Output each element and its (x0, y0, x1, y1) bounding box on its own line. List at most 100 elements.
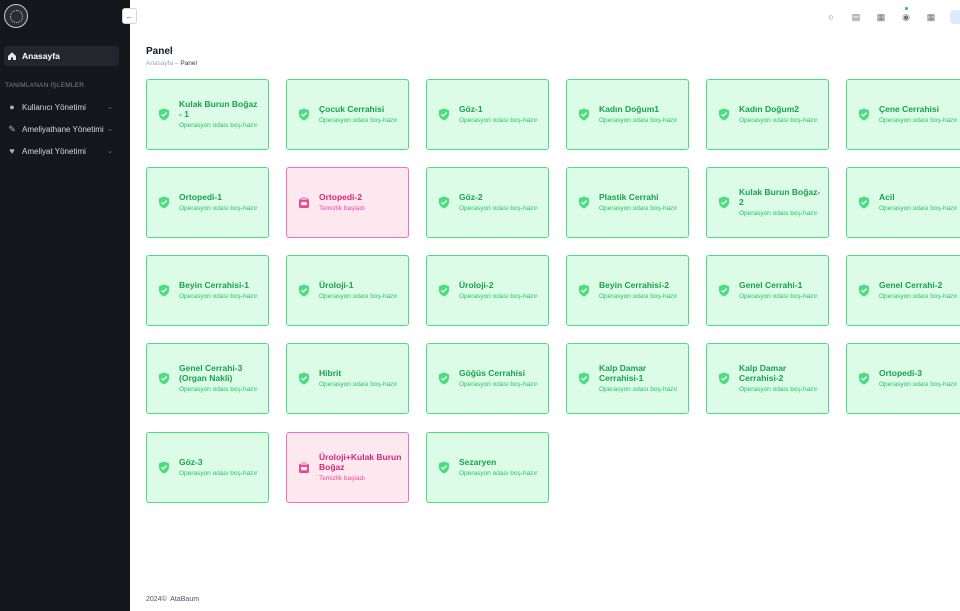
home-icon (8, 52, 16, 60)
shield-check-icon (578, 196, 590, 209)
room-name: Üroloji-2 (459, 279, 494, 290)
room-card[interactable]: Ortopedi-3 Operasyon odası boş-hazır (846, 343, 960, 414)
sidebar-item-label: Anasayfa (22, 51, 60, 61)
room-card[interactable]: Genel Cerrahi-3 (Organ Nakli) Operasyon o… (146, 343, 269, 414)
sidebar-section-title: TANIMLANAN İŞLEMLER (5, 82, 85, 89)
shield-check-icon (158, 108, 170, 121)
shield-check-icon (578, 108, 590, 121)
room-status: Operasyon odası boş-hazır (319, 380, 398, 388)
room-status: Operasyon odası boş-hazır (599, 292, 678, 300)
room-status: Operasyon odası boş-hazır (739, 209, 818, 217)
room-card-body: Göz-1 Operasyon odası boş-hazır (459, 104, 548, 126)
chat-icon[interactable]: ▤ (850, 11, 862, 23)
room-status: Operasyon odası boş-hazır (459, 469, 538, 477)
room-name: Ortopedi-1 (179, 191, 222, 202)
room-card[interactable]: Kadın Doğum1 Operasyon odası boş-hazır (566, 79, 689, 150)
notification-icon[interactable]: ◉ (900, 7, 912, 23)
room-card[interactable]: Genel Cerrahi-1 Operasyon odası boş-hazır (706, 255, 829, 326)
shield-check-icon (438, 108, 450, 121)
room-card-body: Çocuk Cerrahisi Operasyon odası boş-hazır (319, 104, 408, 126)
room-card[interactable]: Çene Cerrahisi Operasyon odası boş-hazır (846, 79, 960, 150)
room-status: Operasyon odası boş-hazır (459, 380, 538, 388)
room-card[interactable]: Kalp Damar Cerrahisi-1 Operasyon odası bo… (566, 343, 689, 414)
room-card[interactable]: Göz-1 Operasyon odası boş-hazır (426, 79, 549, 150)
apps-icon[interactable]: ▦ (925, 11, 937, 23)
shield-check-icon (158, 196, 170, 209)
room-card[interactable]: Üroloji-2 Operasyon odası boş-hazır (426, 255, 549, 326)
room-card[interactable]: Sezaryen Operasyon odası boş-hazır (426, 432, 549, 503)
room-card-body: Ortopedi-3 Operasyon odası boş-hazır (879, 368, 960, 390)
room-card-body: Üroloji-1 Operasyon odası boş-hazır (319, 280, 408, 302)
room-name: Genel Cerrahi-3 (Organ Nakli) (179, 362, 243, 383)
room-card[interactable]: Kulak Burun Boğaz-2 Operasyon odası boş-h… (706, 167, 829, 238)
shield-check-icon (298, 284, 310, 297)
room-card-body: Göz-3 Operasyon odası boş-hazır (179, 457, 268, 479)
shield-check-icon (858, 372, 870, 385)
footer: 2024© AtaBaum (146, 596, 199, 603)
room-status: Operasyon odası boş-hazır (179, 385, 258, 393)
room-card-body: Hibrit Operasyon odası boş-hazır (319, 368, 408, 390)
room-name: Kulak Burun Boğaz-2 (739, 186, 821, 207)
room-name: Plastik Cerrahi (599, 191, 659, 202)
shield-check-icon (298, 372, 310, 385)
shield-check-icon (858, 196, 870, 209)
room-card[interactable]: Üroloji+Kulak Burun Boğaz Temizlik başlad… (286, 432, 409, 503)
room-card[interactable]: Çocuk Cerrahisi Operasyon odası boş-hazır (286, 79, 409, 150)
room-card-body: Çene Cerrahisi Operasyon odası boş-hazır (879, 104, 960, 126)
room-card[interactable]: Ortopedi-1 Operasyon odası boş-hazır (146, 167, 269, 238)
room-name: Çene Cerrahisi (879, 103, 939, 114)
room-status: Operasyon odası boş-hazır (179, 204, 258, 212)
room-status: Operasyon odası boş-hazır (879, 380, 958, 388)
room-name: Ortopedi-2 (319, 191, 362, 202)
breadcrumb: Anasayfa – Panel (146, 60, 197, 67)
cleaning-icon (298, 461, 310, 474)
room-name: Göz-2 (459, 191, 483, 202)
theme-toggle-icon[interactable]: ○ (825, 11, 837, 23)
shield-check-icon (158, 461, 170, 474)
sidebar-item-operating-room-management[interactable]: ✎ Ameliyathane Yönetimi ⌄ (4, 121, 119, 137)
avatar[interactable] (950, 10, 960, 24)
breadcrumb-current: Panel (180, 60, 197, 67)
breadcrumb-separator: – (174, 60, 179, 67)
room-name: Beyin Cerrahisi-1 (179, 279, 249, 290)
room-name: Çocuk Cerrahisi (319, 103, 385, 114)
room-card[interactable]: Kalp Damar Cerrahisi-2 Operasyon odası bo… (706, 343, 829, 414)
room-card[interactable]: Genel Cerrahi-2 Operasyon odası boş-hazır (846, 255, 960, 326)
room-card-body: Genel Cerrahi-2 Operasyon odası boş-hazır (879, 280, 960, 302)
room-card[interactable]: Plastik Cerrahi Operasyon odası boş-hazır (566, 167, 689, 238)
sidebar-item-home[interactable]: Anasayfa (4, 46, 119, 66)
sidebar-collapse-button[interactable]: ← (122, 8, 137, 24)
sidebar-item-surgery-management[interactable]: ♥ Ameliyat Yönetimi ⌄ (4, 143, 119, 159)
room-status: Operasyon odası boş-hazır (179, 121, 258, 129)
room-card-body: Kalp Damar Cerrahisi-2 Operasyon odası bo… (739, 363, 828, 395)
room-card[interactable]: Üroloji-1 Operasyon odası boş-hazır (286, 255, 409, 326)
logo[interactable] (4, 4, 28, 28)
chevron-down-icon: ⌄ (107, 104, 113, 111)
room-name: Beyin Cerrahisi-2 (599, 279, 669, 290)
room-card[interactable]: Acil Operasyon odası boş-hazır (846, 167, 960, 238)
notes-icon[interactable]: ▦ (875, 11, 887, 23)
room-status: Operasyon odası boş-hazır (319, 116, 398, 124)
room-card[interactable]: Hibrit Operasyon odası boş-hazır (286, 343, 409, 414)
room-status: Temizlik başladı (319, 474, 365, 482)
room-card[interactable]: Kadın Doğum2 Operasyon odası boş-hazır (706, 79, 829, 150)
room-card[interactable]: Beyin Cerrahisi-2 Operasyon odası boş-haz… (566, 255, 689, 326)
room-card[interactable]: Göz-2 Operasyon odası boş-hazır (426, 167, 549, 238)
room-card-body: Beyin Cerrahisi-1 Operasyon odası boş-haz… (179, 280, 268, 302)
room-card-body: Genel Cerrahi-3 (Organ Nakli) Operasyon o… (179, 363, 268, 395)
room-card[interactable]: Kulak Burun Boğaz - 1 Operasyon odası boş… (146, 79, 269, 150)
sidebar-item-user-management[interactable]: ● Kullanıcı Yönetimi ⌄ (4, 99, 119, 115)
room-card[interactable]: Göğüs Cerrahisi Operasyon odası boş-hazır (426, 343, 549, 414)
breadcrumb-home-link[interactable]: Anasayfa (146, 60, 173, 67)
room-card-body: Kadın Doğum1 Operasyon odası boş-hazır (599, 104, 688, 126)
room-name: Hibrit (319, 367, 342, 378)
shield-check-icon (438, 284, 450, 297)
room-status: Temizlik başladı (319, 204, 365, 212)
shield-check-icon (718, 284, 730, 297)
room-card[interactable]: Beyin Cerrahisi-1 Operasyon odası boş-haz… (146, 255, 269, 326)
room-card-body: Kadın Doğum2 Operasyon odası boş-hazır (739, 104, 828, 126)
room-card[interactable]: Ortopedi-2 Temizlik başladı (286, 167, 409, 238)
room-card[interactable]: Göz-3 Operasyon odası boş-hazır (146, 432, 269, 503)
room-status: Operasyon odası boş-hazır (879, 204, 958, 212)
room-card-body: Sezaryen Operasyon odası boş-hazır (459, 457, 548, 479)
